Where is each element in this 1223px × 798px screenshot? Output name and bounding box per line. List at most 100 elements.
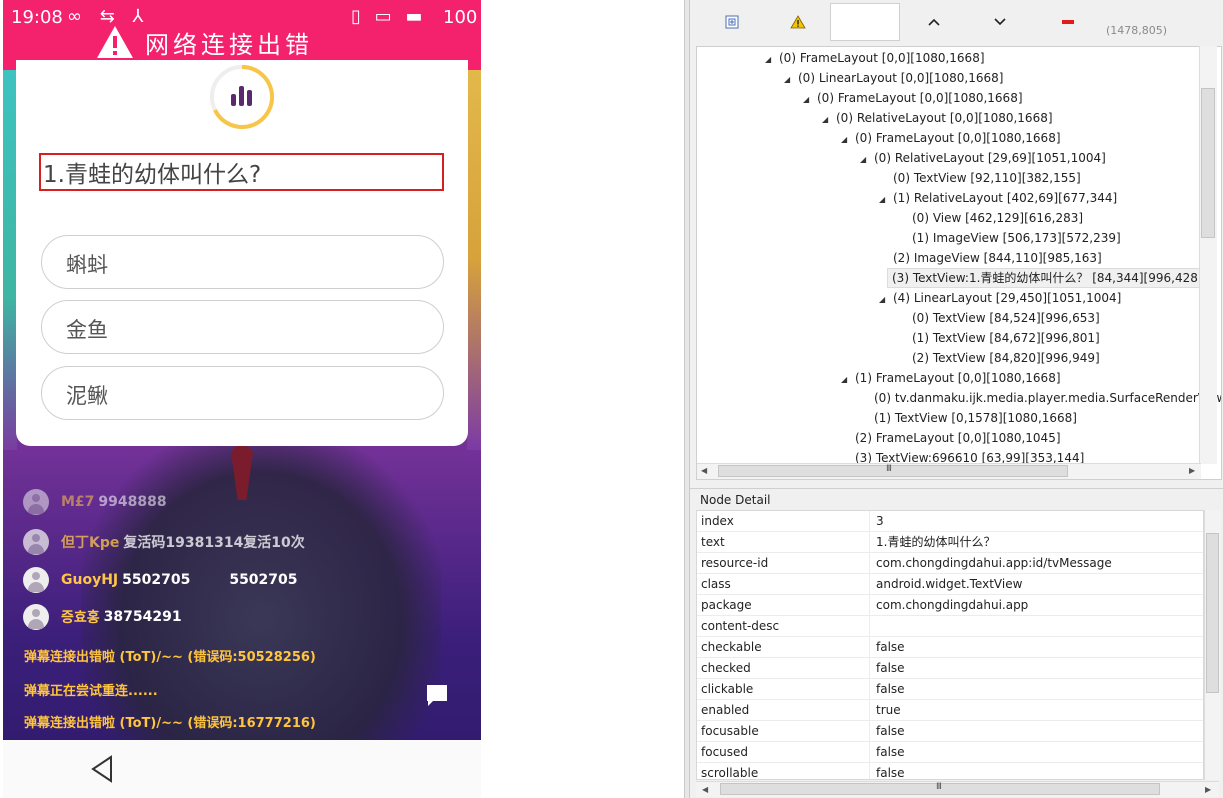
system-message: 弹幕正在尝试重连...... — [24, 684, 158, 699]
detail-key: scrollable — [701, 766, 759, 780]
tree-node[interactable]: ◢ (0) FrameLayout [0,0][1080,1668] — [803, 88, 1023, 108]
detail-value: true — [876, 703, 901, 717]
search-input[interactable] — [830, 3, 900, 41]
scroll-left-arrow-icon[interactable]: ◀ — [702, 785, 708, 794]
expanded-twisty-icon[interactable]: ◢ — [879, 190, 889, 210]
detail-key: class — [701, 577, 731, 591]
expanded-twisty-icon[interactable]: ◢ — [765, 50, 775, 70]
detail-key: enabled — [701, 703, 750, 717]
chevron-up-icon — [928, 18, 940, 26]
hierarchy-tree[interactable]: ◢ (0) FrameLayout [0,0][1080,1668] ◢ (0) L… — [696, 46, 1222, 480]
detail-key: package — [701, 598, 752, 612]
detail-row[interactable]: checked false — [697, 658, 1203, 679]
expanded-twisty-icon[interactable]: ◢ — [822, 110, 832, 130]
tree-node[interactable]: (1) TextView [0,1578][1080,1668] — [860, 408, 1077, 428]
screenshot-root: 19:08 ∞ ⇆ ⅄ ▯ ▭ ▬ 100 网络连接出错 1.青蛙的幼体叫什么? — [0, 0, 1223, 798]
tree-node[interactable]: ◢ (0) FrameLayout [0,0][1080,1668] — [765, 48, 985, 68]
tree-node-label: (1) TextView [0,1578][1080,1668] — [874, 411, 1077, 425]
answer-option-label: 泥鳅 — [66, 384, 108, 408]
tree-node-label: (0) RelativeLayout [0,0][1080,1668] — [836, 111, 1053, 125]
detail-row[interactable]: checkable false — [697, 637, 1203, 658]
minus-icon — [1062, 20, 1074, 24]
tree-node-label: (2) TextView [84,820][996,949] — [912, 351, 1100, 365]
chat-bubble-icon[interactable] — [424, 682, 450, 708]
tree-node[interactable]: ◢ (1) FrameLayout [0,0][1080,1668] — [841, 368, 1061, 388]
expanded-twisty-icon[interactable]: ◢ — [841, 130, 851, 150]
detail-row[interactable]: content-desc — [697, 616, 1203, 637]
detail-row[interactable]: focusable false — [697, 721, 1203, 742]
next-match-button[interactable] — [988, 10, 1012, 34]
tree-node[interactable]: (1) ImageView [506,173][572,239] — [898, 228, 1121, 248]
tree-node[interactable]: (2) TextView [84,820][996,949] — [898, 348, 1100, 368]
detail-row[interactable]: class android.widget.TextView — [697, 574, 1203, 595]
expand-all-button[interactable] — [720, 10, 744, 34]
clear-search-button[interactable] — [1056, 10, 1080, 34]
detail-value: 1.青蛙的幼体叫什么？ — [876, 535, 996, 549]
tree-node[interactable]: (0) View [462,129][616,283] — [898, 208, 1083, 228]
warning-icon — [790, 15, 806, 29]
tree-node-label: (0) TextView [92,110][382,155] — [893, 171, 1081, 185]
detail-value: com.chongdingdahui.app — [876, 598, 1029, 612]
detail-value: false — [876, 682, 905, 696]
answer-option-2[interactable]: 金鱼 — [41, 300, 444, 354]
tree-node-selected[interactable]: (3) TextView:1.青蛙的幼体叫什么？ [84,344][996,42… — [887, 268, 1208, 288]
tree-scroll-grip-icon: III — [886, 464, 892, 474]
tree-node[interactable]: ◢ (0) FrameLayout [0,0][1080,1668] — [841, 128, 1061, 148]
tree-node[interactable]: (0) TextView [84,524][996,653] — [898, 308, 1100, 328]
tree-node[interactable]: ◢ (0) LinearLayout [0,0][1080,1668] — [784, 68, 1003, 88]
chevron-down-icon — [994, 18, 1006, 26]
answer-option-1[interactable]: 蝌蚪 — [41, 235, 444, 289]
expanded-twisty-icon[interactable]: ◢ — [784, 70, 794, 90]
previous-match-button[interactable] — [922, 10, 946, 34]
avatar — [23, 567, 49, 593]
detail-row[interactable]: resource-id com.chongdingdahui.app:id/tvM… — [697, 553, 1203, 574]
avatar — [23, 529, 49, 555]
expanded-twisty-icon[interactable]: ◢ — [803, 90, 813, 110]
tree-node[interactable]: ◢ (0) RelativeLayout [0,0][1080,1668] — [822, 108, 1053, 128]
tree-node-label: (0) FrameLayout [0,0][1080,1668] — [817, 91, 1023, 105]
tree-node-label: (0) LinearLayout [0,0][1080,1668] — [798, 71, 1004, 85]
expanded-twisty-icon[interactable]: ◢ — [841, 370, 851, 390]
tree-node-label: (1) FrameLayout [0,0][1080,1668] — [855, 371, 1061, 385]
tree-node-label: (1) TextView [84,672][996,801] — [912, 331, 1100, 345]
detail-row[interactable]: focused false — [697, 742, 1203, 763]
detail-row[interactable]: scrollable false — [697, 763, 1203, 780]
detail-value: false — [876, 724, 905, 738]
back-icon[interactable] — [89, 754, 115, 784]
detail-value: com.chongdingdahui.app:id/tvMessage — [876, 556, 1112, 570]
status-system-icons: ▯ ▭ ▬ — [351, 6, 427, 27]
detail-key: checked — [701, 661, 751, 675]
tree-node[interactable]: (1) TextView [84,672][996,801] — [898, 328, 1100, 348]
tree-node[interactable]: (2) ImageView [844,110][985,163] — [879, 248, 1102, 268]
chat-text: 复活码19381314复活10次 — [123, 535, 305, 551]
toggle-nafs-button[interactable] — [786, 10, 810, 34]
detail-key: focusable — [701, 724, 759, 738]
detail-vertical-scroll-thumb[interactable] — [1206, 533, 1219, 693]
tree-scroll-right-arrow-icon[interactable]: ▶ — [1189, 466, 1195, 475]
navigation-bar — [3, 740, 481, 798]
tree-horizontal-scroll-thumb[interactable] — [718, 465, 1068, 477]
tree-node[interactable]: (2) FrameLayout [0,0][1080,1045] — [841, 428, 1061, 448]
tree-node-label: (0) FrameLayout [0,0][1080,1668] — [855, 131, 1061, 145]
detail-row[interactable]: index 3 — [697, 511, 1203, 532]
tree-node[interactable]: ◢ (0) RelativeLayout [29,69][1051,1004] — [860, 148, 1106, 168]
detail-row[interactable]: enabled true — [697, 700, 1203, 721]
detail-row[interactable]: text 1.青蛙的幼体叫什么？ — [697, 532, 1203, 553]
tree-vertical-scroll-thumb[interactable] — [1201, 88, 1215, 238]
detail-row[interactable]: package com.chongdingdahui.app — [697, 595, 1203, 616]
scroll-right-arrow-icon[interactable]: ▶ — [1205, 785, 1211, 794]
expanded-twisty-icon[interactable]: ◢ — [879, 290, 889, 310]
tree-node-label: (1) ImageView [506,173][572,239] — [912, 231, 1121, 245]
detail-key: content-desc — [701, 619, 780, 633]
answer-option-3[interactable]: 泥鳅 — [41, 366, 444, 420]
detail-key: checkable — [701, 640, 762, 654]
tree-scroll-left-arrow-icon[interactable]: ◀ — [701, 466, 707, 475]
expanded-twisty-icon[interactable]: ◢ — [860, 150, 870, 170]
tree-node[interactable]: (0) tv.danmaku.ijk.media.player.media.Su… — [860, 388, 1221, 408]
tree-node-label: (2) FrameLayout [0,0][1080,1045] — [855, 431, 1061, 445]
tree-node[interactable]: ◢ (4) LinearLayout [29,450][1051,1004] — [879, 288, 1121, 308]
detail-row[interactable]: clickable false — [697, 679, 1203, 700]
tree-node[interactable]: (0) TextView [92,110][382,155] — [879, 168, 1081, 188]
node-detail-table[interactable]: index 3 text 1.青蛙的幼体叫什么？ resource-id com.ch… — [696, 510, 1204, 780]
tree-node[interactable]: ◢ (1) RelativeLayout [402,69][677,344] — [879, 188, 1117, 208]
